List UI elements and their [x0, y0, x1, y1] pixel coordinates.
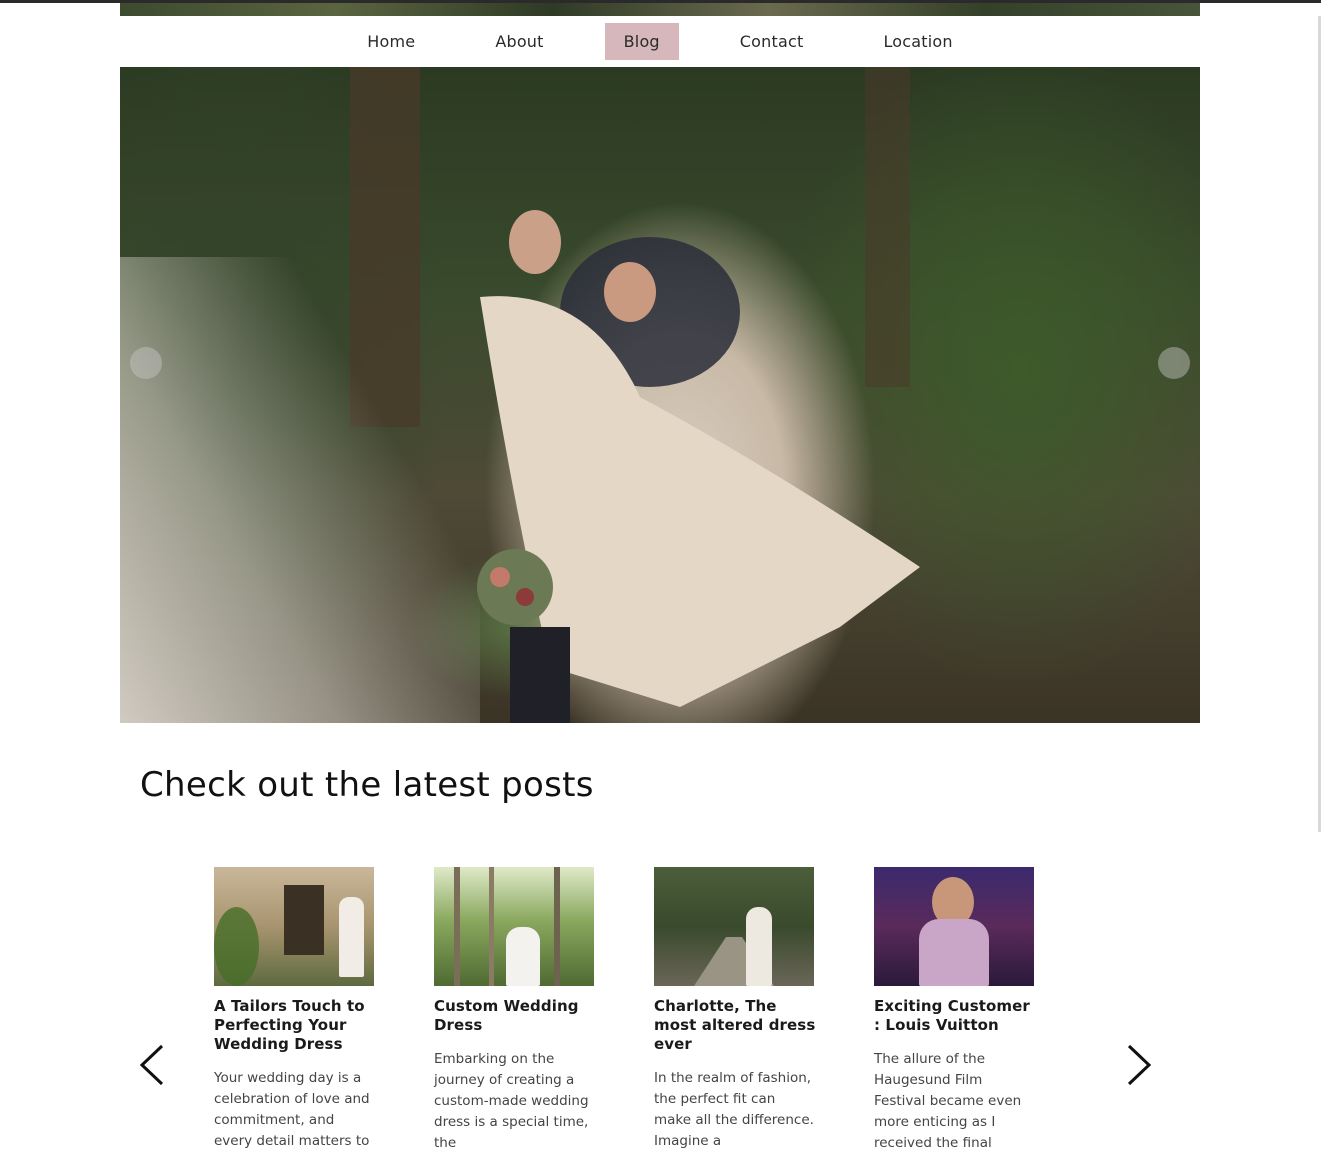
hero-slideshow — [120, 67, 1200, 723]
hero-next-button[interactable] — [1158, 347, 1190, 379]
post-title[interactable]: Custom Wedding Dress — [434, 997, 596, 1035]
post-excerpt: Embarking on the journey of creating a c… — [434, 1051, 589, 1151]
nav-contact[interactable]: Contact — [721, 23, 823, 60]
post-thumbnail[interactable] — [434, 867, 594, 986]
latest-posts-heading: Check out the latest posts — [140, 765, 594, 805]
post-thumbnail[interactable] — [654, 867, 814, 986]
main-navigation: Home About Blog Contact Location — [120, 16, 1200, 67]
hero-photo-couple — [477, 210, 920, 723]
nav-home[interactable]: Home — [348, 23, 434, 60]
post-excerpt: The allure of the Haugesund Film Festiva… — [874, 1051, 1022, 1151]
post-thumbnail[interactable] — [214, 867, 374, 986]
header-image-strip — [120, 3, 1200, 16]
post-card[interactable]: A Tailors Touch to Perfecting Your Weddi… — [214, 867, 376, 1152]
post-excerpt: In the realm of fashion, the perfect fit… — [654, 1070, 814, 1149]
post-card[interactable]: Custom Wedding Dress Embarking on the jo… — [434, 867, 596, 1154]
post-card[interactable]: Exciting Customer : Louis Vuitton The al… — [874, 867, 1036, 1154]
hero-prev-button[interactable] — [130, 347, 162, 379]
post-title[interactable]: Exciting Customer : Louis Vuitton — [874, 997, 1036, 1035]
nav-blog[interactable]: Blog — [604, 23, 679, 60]
post-card[interactable]: Charlotte, The most altered dress ever I… — [654, 867, 816, 1152]
posts-prev-arrow-icon[interactable] — [134, 1043, 174, 1087]
nav-about[interactable]: About — [476, 23, 562, 60]
nav-location[interactable]: Location — [864, 23, 971, 60]
post-title[interactable]: A Tailors Touch to Perfecting Your Weddi… — [214, 997, 376, 1054]
post-title[interactable]: Charlotte, The most altered dress ever — [654, 997, 816, 1054]
posts-next-arrow-icon[interactable] — [1117, 1043, 1157, 1087]
posts-carousel: A Tailors Touch to Perfecting Your Weddi… — [214, 867, 1054, 1151]
post-excerpt: Your wedding day is a celebration of lov… — [214, 1070, 370, 1149]
post-thumbnail[interactable] — [874, 867, 1034, 986]
